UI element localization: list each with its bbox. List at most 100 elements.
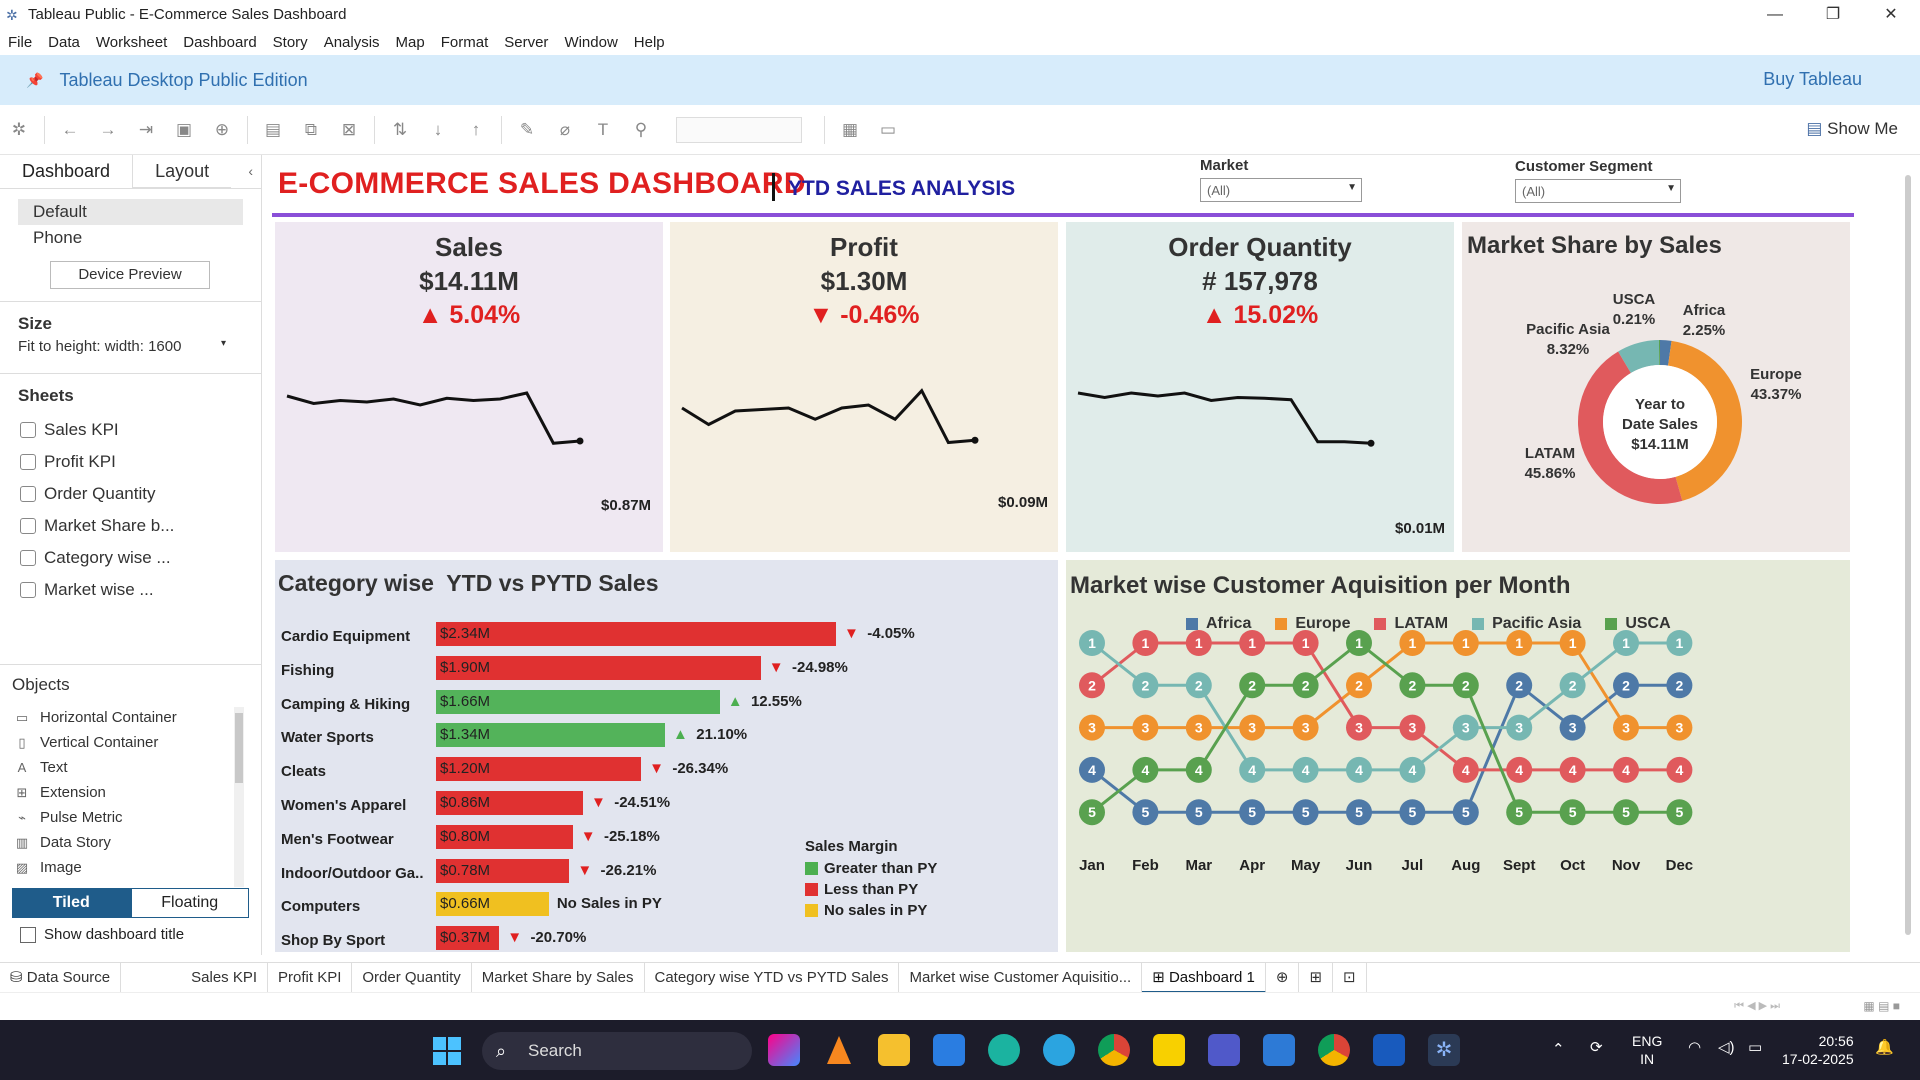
save-icon[interactable]: ▣ [165,120,203,140]
sheet-item[interactable]: Category wise ... [0,542,261,574]
device-preview-button[interactable]: Device Preview [50,261,210,289]
file-explorer-icon[interactable] [878,1034,910,1066]
market-share-panel[interactable]: Market Share by Sales Year to Date Sales… [1462,222,1850,552]
profit-kpi-panel[interactable]: Profit $1.30M ▼ -0.46% $0.09M [670,222,1058,552]
device-phone[interactable]: Phone [18,225,243,251]
undo-icon[interactable]: ← [51,120,89,140]
category-row[interactable]: Indoor/Outdoor Ga.. $0.78M ▼ -26.21% [275,857,895,891]
clock[interactable]: 20:56 17-02-2025 [1782,1032,1854,1068]
microsoft-store-icon[interactable] [933,1034,965,1066]
checkbox[interactable] [20,926,36,943]
sheet-item[interactable]: Market wise ... [0,574,261,606]
tiled-toggle[interactable]: Tiled [12,888,131,918]
menu-story[interactable]: Story [265,34,316,51]
menu-analysis[interactable]: Analysis [316,34,388,51]
collapse-pane-icon[interactable]: ‹ [240,155,261,188]
language-indicator[interactable]: ENG IN [1632,1032,1662,1068]
tray-chevron-icon[interactable]: ⌃ [1552,1040,1565,1058]
edge-icon[interactable] [988,1034,1020,1066]
taskbar-search[interactable]: ⌕ Search [482,1032,752,1070]
presentation-icon[interactable]: ▭ [869,120,907,140]
menu-window[interactable]: Window [556,34,625,51]
clear-sheet-icon[interactable]: ⊠ [330,120,368,140]
duplicate-icon[interactable]: ⧉ [292,120,330,140]
sort-ascending-icon[interactable]: ↓ [419,120,457,140]
vlc-icon[interactable] [823,1034,855,1066]
pin-axis-icon[interactable]: ⚲ [622,120,660,140]
buy-tableau-link[interactable]: Buy Tableau [1763,69,1862,90]
menu-dashboard[interactable]: Dashboard [175,34,264,51]
market-filter-dropdown[interactable]: (All) ▼ [1200,178,1362,202]
wifi-icon[interactable]: ◠ [1688,1038,1701,1056]
chrome-icon[interactable] [1098,1034,1130,1066]
sheet-item[interactable]: Sales KPI [0,414,261,446]
object-pulse-metric[interactable]: ⌁ Pulse Metric [0,805,261,830]
size-select[interactable]: Fit to height: width: 1600 ▾ [0,334,244,359]
order-quantity-kpi-panel[interactable]: Order Quantity # 157,978 ▲ 15.02% $0.01M [1066,222,1454,552]
sales-kpi-panel[interactable]: Sales $14.11M ▲ 5.04% $0.87M [275,222,663,552]
tableau-taskbar-icon[interactable]: ✲ [1428,1034,1460,1066]
object-vertical-container[interactable]: ▯ Vertical Container [0,730,261,755]
menu-map[interactable]: Map [388,34,433,51]
category-row[interactable]: Camping & Hiking $1.66M ▲ 12.55% [275,688,895,722]
new-worksheet-tab-icon[interactable]: ⊕ [1266,962,1300,993]
menu-server[interactable]: Server [496,34,556,51]
category-row[interactable]: Water Sports $1.34M ▲ 21.10% [275,721,895,755]
new-worksheet-icon[interactable]: ▤ [254,120,292,140]
category-row[interactable]: Men's Footwear $0.80M ▼ -25.18% [275,823,895,857]
highlight-icon[interactable]: ✎ [508,120,546,140]
tab-dashboard[interactable]: Dashboard [0,155,132,188]
sheet-item[interactable]: Market Share b... [0,510,261,542]
minimize-button[interactable]: — [1746,0,1804,29]
category-sales-panel[interactable]: Category wise YTD vs PYTD Sales Cardio E… [275,560,1058,952]
sheet-item[interactable]: Order Quantity [0,478,261,510]
object-extension[interactable]: ⊞ Extension [0,780,261,805]
menu-file[interactable]: File [0,34,40,51]
notifications-icon[interactable]: 🔔 [1875,1038,1894,1056]
chrome-profile-icon[interactable] [1318,1034,1350,1066]
dashboard-scrollbar[interactable] [1905,175,1911,935]
show-cards-icon[interactable]: ▦ [831,120,869,140]
sticky-notes-icon[interactable] [1153,1034,1185,1066]
tab-dashboard-1[interactable]: ⊞ Dashboard 1 [1142,962,1266,993]
close-button[interactable]: ✕ [1862,0,1920,29]
category-row[interactable]: Women's Apparel $0.86M ▼ -24.51% [275,789,895,823]
sheet-item[interactable]: Profit KPI [0,446,261,478]
tab-market-wise[interactable]: Market wise Customer Aquisitio... [899,962,1143,993]
tab-market-share[interactable]: Market Share by Sales [472,962,645,993]
floating-toggle[interactable]: Floating [130,888,249,918]
replay-icon[interactable]: ⇥ [127,120,165,140]
object-data-story[interactable]: ▥ Data Story [0,830,261,855]
sync-icon[interactable]: ⟳ [1590,1038,1603,1056]
battery-icon[interactable]: ▭ [1748,1038,1762,1056]
maximize-button[interactable]: ❐ [1804,0,1862,29]
menu-data[interactable]: Data [40,34,88,51]
windows-start-icon[interactable] [432,1036,462,1066]
category-row[interactable]: Cleats $1.20M ▼ -26.34% [275,755,895,789]
word-icon[interactable] [1373,1034,1405,1066]
category-row[interactable]: Shop By Sport $0.37M ▼ -20.70% [275,924,895,958]
teams-icon[interactable] [1208,1034,1240,1066]
copilot-icon[interactable] [768,1034,800,1066]
volume-icon[interactable]: ◁) [1718,1038,1735,1056]
menu-help[interactable]: Help [626,34,673,51]
tab-data-source[interactable]: ⛁ Data Source [0,962,122,993]
object-text[interactable]: A Text [0,755,261,780]
menu-worksheet[interactable]: Worksheet [88,34,175,51]
tab-category-wise[interactable]: Category wise YTD vs PYTD Sales [645,962,900,993]
sheet-nav-arrows[interactable]: ⏮ ◀ ▶ ⏭ [1734,999,1780,1013]
object-horizontal-container[interactable]: ▭ Horizontal Container [0,705,261,730]
category-row[interactable]: Cardio Equipment $2.34M ▼ -4.05% [275,620,915,654]
swap-icon[interactable]: ⇅ [381,120,419,140]
customer-acquisition-panel[interactable]: Market wise Customer Aquisition per Mont… [1066,560,1850,952]
objects-scrollbar[interactable] [234,707,244,887]
menu-format[interactable]: Format [433,34,497,51]
category-row[interactable]: Fishing $1.90M ▼ -24.98% [275,654,895,688]
redo-icon[interactable]: → [89,120,127,140]
tab-order-quantity[interactable]: Order Quantity [352,962,472,993]
object-image[interactable]: ▨ Image [0,855,261,880]
fit-select[interactable] [676,116,802,143]
labels-icon[interactable]: T [584,120,622,140]
category-row[interactable]: Computers $0.66M No Sales in PY [275,890,895,924]
tableau-home-icon[interactable]: ✲ [0,120,38,140]
